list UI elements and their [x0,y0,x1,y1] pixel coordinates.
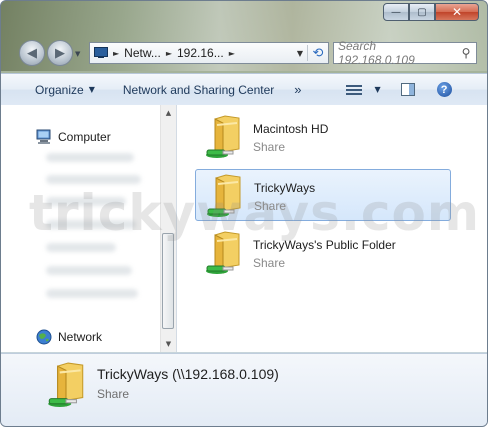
nav-item-label: Network [58,330,103,344]
forward-arrow-icon: ▶ [55,45,65,60]
nav-item-network[interactable]: Network [36,329,102,345]
scroll-down-icon[interactable]: ▼ [161,336,176,352]
search-input[interactable]: Search 192.168.0.109 ⚲ [333,39,477,67]
item-name: TrickyWays [254,181,316,195]
blurred-entry [46,266,132,275]
item-name: Macintosh HD [253,122,329,136]
blurred-entry [46,153,134,162]
navigation-scrollbar[interactable]: ▲ ▼ [160,105,176,352]
preview-pane-button[interactable] [400,83,415,96]
breadcrumb-host[interactable]: 192.16... [177,46,224,60]
shared-folder-icon [206,231,240,274]
shared-folder-icon [207,174,241,217]
breadcrumb-separator[interactable]: ► [161,49,177,58]
more-commands-button[interactable]: » [294,82,301,97]
help-icon: ? [436,82,452,97]
list-item-selected[interactable]: TrickyWays Share [195,169,451,221]
chevron-down-icon: ▼ [374,85,381,94]
network-location-icon [94,47,108,59]
command-bar: Organize ▼ Network and Sharing Center » … [1,73,487,106]
organize-button[interactable]: Organize ▼ [35,83,95,97]
nav-item-computer[interactable]: Computer [36,129,111,145]
address-dropdown-icon[interactable]: ▼ [293,49,307,58]
nav-item-label: Computer [58,130,111,144]
network-sharing-center-button[interactable]: Network and Sharing Center [123,83,274,97]
blurred-entry [46,220,136,229]
blurred-entry [46,175,141,184]
details-pane: TrickyWays (\\192.168.0.109) Share [1,353,487,426]
search-icon[interactable]: ⚲ [456,46,476,60]
maximize-button[interactable]: ▢ [409,3,435,21]
back-arrow-icon: ◀ [27,45,37,60]
item-type: Share [253,256,286,270]
blurred-entry [46,197,126,206]
search-placeholder: Search 192.168.0.109 [338,39,415,67]
details-item-name: TrickyWays (\\192.168.0.109) [97,366,279,382]
blurred-entry [46,243,116,252]
details-text: TrickyWays (\\192.168.0.109) Share [97,366,279,401]
help-button[interactable]: ? [436,82,452,97]
computer-icon [36,129,51,144]
item-text: Macintosh HD Share [253,122,328,154]
minimize-button[interactable]: — [383,3,409,21]
list-item[interactable]: Macintosh HD Share [195,111,451,163]
breadcrumb-separator[interactable]: ► [224,49,240,58]
network-globe-icon [36,329,52,345]
caption-buttons: — ▢ ✕ [383,3,479,21]
refresh-icon[interactable]: ⟲ [307,45,328,61]
back-button[interactable]: ◀ [19,40,45,66]
preview-pane-icon [400,83,415,96]
close-button[interactable]: ✕ [435,3,479,21]
item-type: Share [254,199,287,213]
chevron-down-icon: ▼ [88,85,95,94]
file-list: Macintosh HD Share TrickyWays Share Tric… [177,105,487,352]
shared-folder-icon [206,115,240,158]
explorer-window: — ▢ ✕ ◀ ▶ ▼ ► Netw... ► 192.16... ► ▼ ⟲ … [0,0,488,427]
item-type: Share [253,140,286,154]
address-bar[interactable]: ► Netw... ► 192.16... ► ▼ ⟲ [89,42,329,64]
breadcrumb-network[interactable]: Netw... [124,46,161,60]
item-text: TrickyWays Share [254,181,315,213]
forward-button[interactable]: ▶ [47,40,73,66]
views-dropdown-button[interactable]: ▼ [370,85,381,94]
blurred-entry [46,289,138,298]
navigation-pane: Computer Network ▲ ▼ [1,105,177,352]
scrollbar-thumb[interactable] [162,233,174,329]
details-item-type: Share [97,387,130,401]
scroll-up-icon[interactable]: ▲ [161,105,176,121]
navigation-bar: ◀ ▶ ▼ ► Netw... ► 192.16... ► ▼ ⟲ Search… [19,39,479,68]
shared-folder-icon [48,362,84,407]
change-view-button[interactable] [345,84,362,96]
list-item[interactable]: TrickyWays's Public Folder Share [195,227,451,279]
breadcrumb-separator[interactable]: ► [108,49,124,58]
recent-pages-dropdown[interactable]: ▼ [75,50,80,58]
network-sharing-center-label: Network and Sharing Center [122,82,275,97]
item-name: TrickyWays's Public Folder [253,238,396,252]
organize-label: Organize [35,82,84,97]
item-text: TrickyWays's Public Folder Share [253,238,396,270]
views-icon [345,84,362,96]
